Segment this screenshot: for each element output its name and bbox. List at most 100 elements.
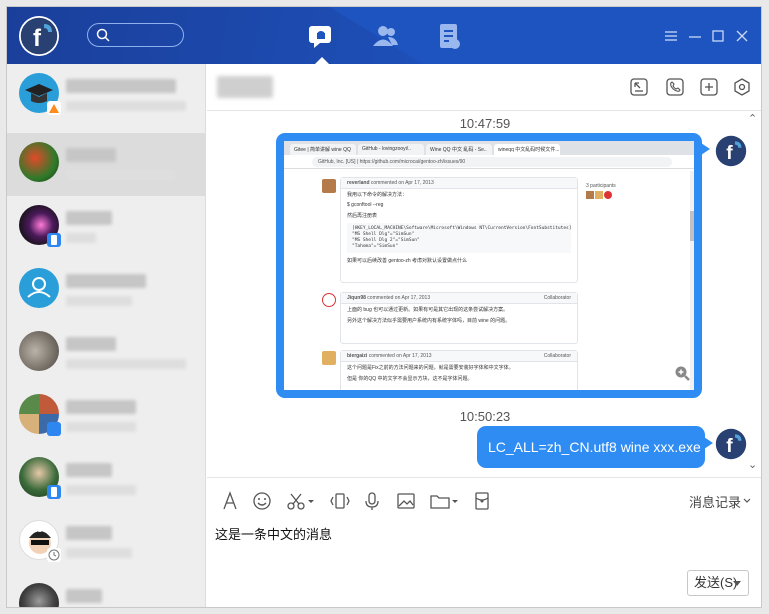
comment-author: reverland: [347, 180, 370, 186]
comment-code: [HKEY_LOCAL_MACHINE\Software\Microsoft\W…: [347, 223, 571, 253]
comment-meta: commented on Apr 17, 2013: [370, 180, 434, 186]
phone-status-icon: [47, 485, 61, 499]
chat-header: [207, 64, 761, 111]
chat-bubble-icon: [309, 26, 331, 48]
tab-chat[interactable]: [306, 21, 336, 51]
participant-avatar: [586, 191, 594, 199]
image-icon[interactable]: [395, 490, 417, 512]
image-message-bubble[interactable]: Gitee | 简单讲解 wine QQ GitHub - lovingzooy…: [276, 133, 710, 398]
phone-status-icon: [47, 233, 61, 247]
scrollbar[interactable]: [690, 171, 694, 390]
conversation-item[interactable]: [7, 385, 205, 448]
scroll-down-icon[interactable]: ⌄: [748, 458, 757, 471]
red-envelope-icon[interactable]: [471, 490, 493, 512]
conversation-name: [66, 463, 112, 477]
settings-hex-icon[interactable]: [732, 77, 752, 97]
comment-role: Collaborator: [543, 295, 571, 301]
comment-meta: commented on Apr 17, 2013: [367, 295, 431, 301]
svg-text:f: f: [726, 436, 733, 457]
comment-meta: commented on Apr 17, 2013: [368, 353, 432, 359]
conversation-name: [66, 148, 116, 162]
search-icon: [96, 28, 110, 42]
chevron-down-icon[interactable]: [742, 496, 752, 506]
conversation-preview: [66, 548, 132, 558]
browser-tab: wineqq 中文乱码时候文件...: [494, 144, 560, 155]
tab-contacts[interactable]: [370, 21, 400, 51]
conversation-item[interactable]: [7, 133, 205, 196]
parrot-photo: [19, 142, 59, 182]
comment-line: 另外这个解决方法似乎需要用户系统内有系统字体吗，目前 wine 的问题。: [347, 318, 511, 324]
svg-text:f: f: [33, 25, 42, 52]
fedora-logo-icon[interactable]: f: [715, 428, 747, 460]
comment-line: 然后再注册表: [347, 213, 378, 219]
add-icon[interactable]: [699, 77, 719, 97]
document-icon: [440, 24, 460, 49]
title-bar: f: [7, 7, 761, 64]
fedora-logo-icon[interactable]: f: [19, 16, 59, 56]
phone-icon[interactable]: [665, 77, 685, 97]
browser-address-bar: GitHub, Inc. [US] | https://github.com/m…: [284, 155, 694, 169]
scissors-icon[interactable]: [285, 490, 315, 512]
screen-share-icon[interactable]: [629, 77, 649, 97]
close-icon[interactable]: [734, 28, 750, 44]
comment-line: $ gconftool --reg: [347, 202, 384, 208]
status-icon: [47, 101, 61, 115]
conversation-item[interactable]: [7, 448, 205, 511]
conversation-name: [66, 400, 136, 414]
shake-icon[interactable]: [329, 490, 351, 512]
conversation-preview: [66, 485, 136, 495]
conversation-name: [66, 526, 112, 540]
conversation-preview: [66, 170, 176, 180]
participant-avatar: [604, 191, 612, 199]
conversation-name: [66, 274, 146, 288]
browser-tab: Wine QQ 中文 乱码 - Se..: [426, 144, 492, 155]
browser-tab: GitHub - lovingzooyi/..: [358, 144, 424, 155]
send-button[interactable]: 发送(S): [687, 570, 749, 596]
conversation-preview: [66, 101, 186, 111]
comment-card: Jiqun98 commented on Apr 17, 2013 Collabo…: [340, 292, 578, 344]
contacts-icon: [373, 26, 398, 46]
tab-documents[interactable]: [434, 21, 464, 51]
message-input[interactable]: [215, 522, 745, 544]
message-history-button[interactable]: 消息记录: [689, 492, 741, 511]
comment-header: Jiqun98 commented on Apr 17, 2013 Collabo…: [341, 293, 577, 304]
emoji-icon[interactable]: [251, 490, 273, 512]
fedora-logo-icon[interactable]: f: [715, 135, 747, 167]
comment-author: biergaizi: [347, 353, 368, 359]
comment-author: Jiqun98: [347, 295, 366, 301]
conversation-item[interactable]: [7, 322, 205, 385]
stones-photo: [19, 331, 59, 371]
folder-icon[interactable]: [429, 490, 459, 512]
search-box[interactable]: [87, 23, 184, 47]
conversation-item[interactable]: [7, 259, 205, 322]
browser-url: GitHub, Inc. [US] | https://github.com/m…: [312, 157, 672, 167]
conversation-preview: [66, 359, 186, 369]
conversation-item[interactable]: [7, 574, 205, 607]
comment-line: 但是 你的QQ 中的文字不会显示方块，这不是字体问题。: [347, 376, 473, 382]
composer: 消息记录 发送(S): [207, 477, 761, 607]
minimize-icon[interactable]: [687, 28, 703, 44]
comment-line: 这个问题是Fix之前的方法问题来的问题，就是需要安装好字体和中文字体。: [347, 365, 514, 371]
comment-header: biergaizi commented on Apr 17, 2013 Colla…: [341, 351, 577, 362]
chat-title: [217, 76, 273, 98]
conversation-item[interactable]: [7, 196, 205, 259]
qq-window: f ROY ⌃ 10:47:59 Gitee | 简单讲解 wine QQ Gi…: [6, 6, 762, 608]
dark-portrait-photo: [19, 583, 59, 607]
conversation-name: [66, 337, 116, 351]
comment-line: 如果可以后续改善 gentoo-zh 考虑对默认设置做点什么: [347, 258, 468, 264]
comment-header: reverland commented on Apr 17, 2013: [341, 178, 577, 189]
menu-icon[interactable]: [663, 28, 679, 44]
zoom-in-icon[interactable]: [674, 365, 690, 381]
maximize-icon[interactable]: [710, 28, 726, 44]
font-icon[interactable]: [219, 490, 241, 512]
fedora-status-icon: [47, 422, 61, 436]
text-message-bubble[interactable]: LC_ALL=zh_CN.utf8 wine xxx.exe: [477, 426, 713, 468]
send-options-caret[interactable]: [733, 581, 741, 586]
comment-role: Collaborator: [543, 353, 571, 359]
message-area: ⌃ 10:47:59 Gitee | 简单讲解 wine QQ GitHub -…: [207, 112, 761, 472]
conversation-item[interactable]: ROY: [7, 511, 205, 574]
avatar: [322, 351, 336, 365]
conversation-item[interactable]: [7, 64, 205, 127]
microphone-icon[interactable]: [361, 490, 383, 512]
screenshot-image[interactable]: Gitee | 简单讲解 wine QQ GitHub - lovingzooy…: [284, 141, 694, 390]
